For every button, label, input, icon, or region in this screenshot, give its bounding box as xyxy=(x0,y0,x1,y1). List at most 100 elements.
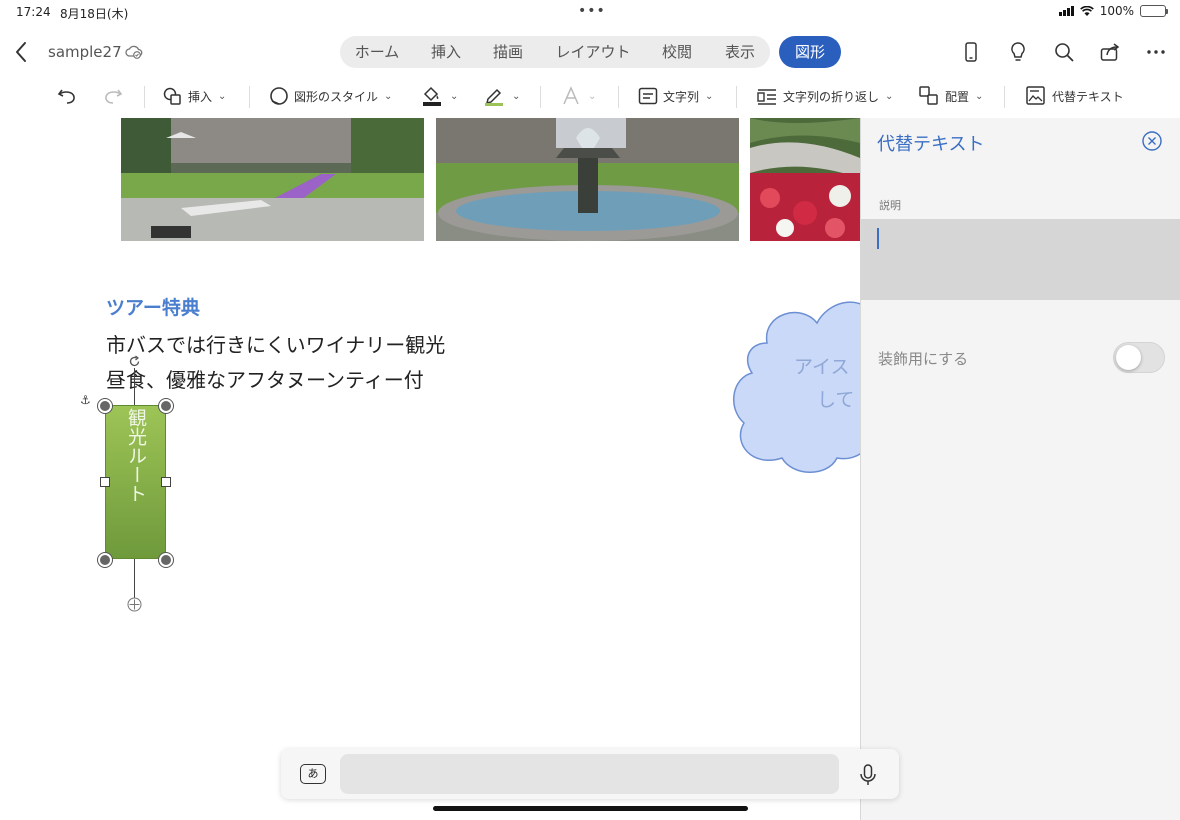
description-input[interactable] xyxy=(861,219,1180,300)
ribbon-divider xyxy=(144,86,145,108)
rotate-handle-icon[interactable] xyxy=(127,354,142,369)
ribbon-divider xyxy=(618,86,619,108)
arrange-button[interactable]: 配置 ⌄ xyxy=(917,80,983,112)
tab-shape[interactable]: 図形 xyxy=(779,36,841,68)
document-canvas[interactable]: ツアー特典 市バスでは行きにくいワイナリー観光 昼食、優雅なアフタヌーンティー付… xyxy=(0,118,860,820)
photo-street[interactable] xyxy=(121,118,424,241)
resize-handle-top-right[interactable] xyxy=(159,399,173,413)
status-bar: 17:24 8月18日(木) ••• 100% xyxy=(0,0,1180,24)
anchor-icon: ⚓ xyxy=(80,393,91,407)
status-date: 8月18日(木) xyxy=(60,7,129,21)
shape-vertical-text-box[interactable]: 観光ルート xyxy=(105,405,166,559)
undo-icon xyxy=(57,89,75,104)
tab-home[interactable]: ホーム xyxy=(344,36,410,68)
chevron-down-icon: ⌄ xyxy=(705,90,714,102)
redo-icon xyxy=(105,89,123,104)
ribbon-tabs: ホーム 挿入 描画 レイアウト 校閲 表示 xyxy=(340,36,770,68)
undo-button[interactable] xyxy=(56,80,78,112)
ribbon-divider xyxy=(1004,86,1005,108)
ribbon-divider xyxy=(736,86,737,108)
close-icon[interactable] xyxy=(1141,130,1163,152)
body-line-1[interactable]: 市バスでは行きにくいワイナリー観光 xyxy=(106,329,445,358)
photo-flowers[interactable] xyxy=(750,118,860,241)
resize-handle-bottom-left[interactable] xyxy=(98,553,112,567)
resize-handle-left[interactable] xyxy=(100,477,110,487)
alt-text-button[interactable]: 代替テキスト xyxy=(1024,80,1124,112)
section-heading[interactable]: ツアー特典 xyxy=(106,293,200,320)
paint-bucket-icon xyxy=(423,86,441,106)
dictation-bar: あ xyxy=(281,749,899,799)
text-box-icon xyxy=(638,87,658,105)
shape-text[interactable]: 観光ルート xyxy=(106,408,165,558)
resize-handle-bottom-right[interactable] xyxy=(159,553,173,567)
wrap-text-icon xyxy=(757,89,776,105)
description-label: 説明 xyxy=(879,199,901,212)
home-indicator[interactable] xyxy=(433,806,748,811)
resize-handle-right[interactable] xyxy=(161,477,171,487)
status-time: 17:24 xyxy=(16,5,51,19)
text-effects-icon xyxy=(563,86,579,105)
dictation-text-field[interactable] xyxy=(340,754,839,794)
decorative-toggle[interactable] xyxy=(1113,342,1165,373)
chevron-down-icon: ⌄ xyxy=(588,90,597,102)
cloud-sync-icon[interactable] xyxy=(124,42,144,62)
toggle-knob xyxy=(1116,345,1141,370)
wrap-text-button[interactable]: 文字列の折り返し ⌄ xyxy=(755,80,893,112)
redo-button[interactable] xyxy=(102,80,124,112)
ribbon-divider xyxy=(540,86,541,108)
wrap-text-label: 文字列の折り返し xyxy=(783,89,880,104)
tab-draw[interactable]: 描画 xyxy=(480,36,536,68)
photo-fountain[interactable] xyxy=(436,118,739,241)
text-direction-label: 文字列 xyxy=(663,89,700,104)
shape-ribbon: 挿入 ⌄ 図形のスタイル ⌄ ⌄ ⌄ ⌄ 文字列 ⌄ 文字列の折り返し ⌄ 配置 ⌄ 代替… xyxy=(0,80,1180,118)
body-line-2[interactable]: 昼食、優雅なアフタヌーンティー付 xyxy=(106,364,424,393)
battery-percent: 100% xyxy=(1099,4,1134,18)
document-name[interactable]: sample27 xyxy=(48,43,122,61)
shape-outline-button[interactable]: ⌄ xyxy=(482,80,520,112)
alt-text-label: 代替テキスト xyxy=(1052,89,1124,104)
lightbulb-icon[interactable] xyxy=(1006,40,1030,64)
cloud-callout-shape[interactable]: アイス して xyxy=(732,298,860,478)
insert-shape-label: 挿入 xyxy=(188,89,213,104)
chevron-down-icon: ⌄ xyxy=(384,90,393,102)
multitasking-dots-icon[interactable]: ••• xyxy=(578,3,606,19)
text-effects-button[interactable]: ⌄ xyxy=(560,80,596,112)
move-handle-icon[interactable] xyxy=(127,597,142,612)
status-indicators: 100% xyxy=(1058,4,1168,18)
text-direction-button[interactable]: 文字列 ⌄ xyxy=(637,80,713,112)
insert-shape-button[interactable]: 挿入 ⌄ xyxy=(162,80,226,112)
chevron-down-icon: ⌄ xyxy=(218,90,227,102)
title-bar: sample27 ホーム 挿入 描画 レイアウト 校閲 表示 図形 xyxy=(0,24,1180,80)
chevron-down-icon: ⌄ xyxy=(885,90,894,102)
tab-review[interactable]: 校閲 xyxy=(648,36,706,68)
tab-insert[interactable]: 挿入 xyxy=(418,36,474,68)
shape-fill-button[interactable]: ⌄ xyxy=(420,80,458,112)
shapes-icon xyxy=(163,87,181,105)
microphone-icon[interactable] xyxy=(857,763,879,787)
tab-layout[interactable]: レイアウト xyxy=(546,36,640,68)
tab-view[interactable]: 表示 xyxy=(712,36,768,68)
ribbon-divider xyxy=(249,86,250,108)
back-chevron-icon[interactable] xyxy=(10,38,34,66)
shape-style-button[interactable]: 図形のスタイル ⌄ xyxy=(268,80,392,112)
mobile-view-icon[interactable] xyxy=(959,40,983,64)
shape-style-icon xyxy=(270,87,288,105)
arrange-icon xyxy=(919,86,938,105)
wifi-icon xyxy=(1079,5,1094,16)
shape-style-label: 図形のスタイル xyxy=(294,89,379,104)
cellular-signal-icon xyxy=(1058,6,1074,16)
decorative-label: 装飾用にする xyxy=(878,350,969,368)
more-options-icon[interactable] xyxy=(1144,40,1168,64)
battery-icon xyxy=(1140,5,1168,17)
keyboard-hiragana-icon[interactable]: あ xyxy=(300,764,326,784)
pane-title: 代替テキスト xyxy=(877,134,985,155)
alt-text-pane: 代替テキスト 説明 装飾用にする xyxy=(860,118,1180,820)
alt-text-icon xyxy=(1026,86,1045,105)
search-icon[interactable] xyxy=(1052,40,1076,64)
resize-handle-top-left[interactable] xyxy=(98,399,112,413)
cloud-text-line-2: して xyxy=(817,389,854,411)
chevron-down-icon: ⌄ xyxy=(450,90,459,102)
share-icon[interactable] xyxy=(1098,40,1122,64)
chevron-down-icon: ⌄ xyxy=(975,90,984,102)
cloud-text-line-1: アイス xyxy=(794,356,849,378)
